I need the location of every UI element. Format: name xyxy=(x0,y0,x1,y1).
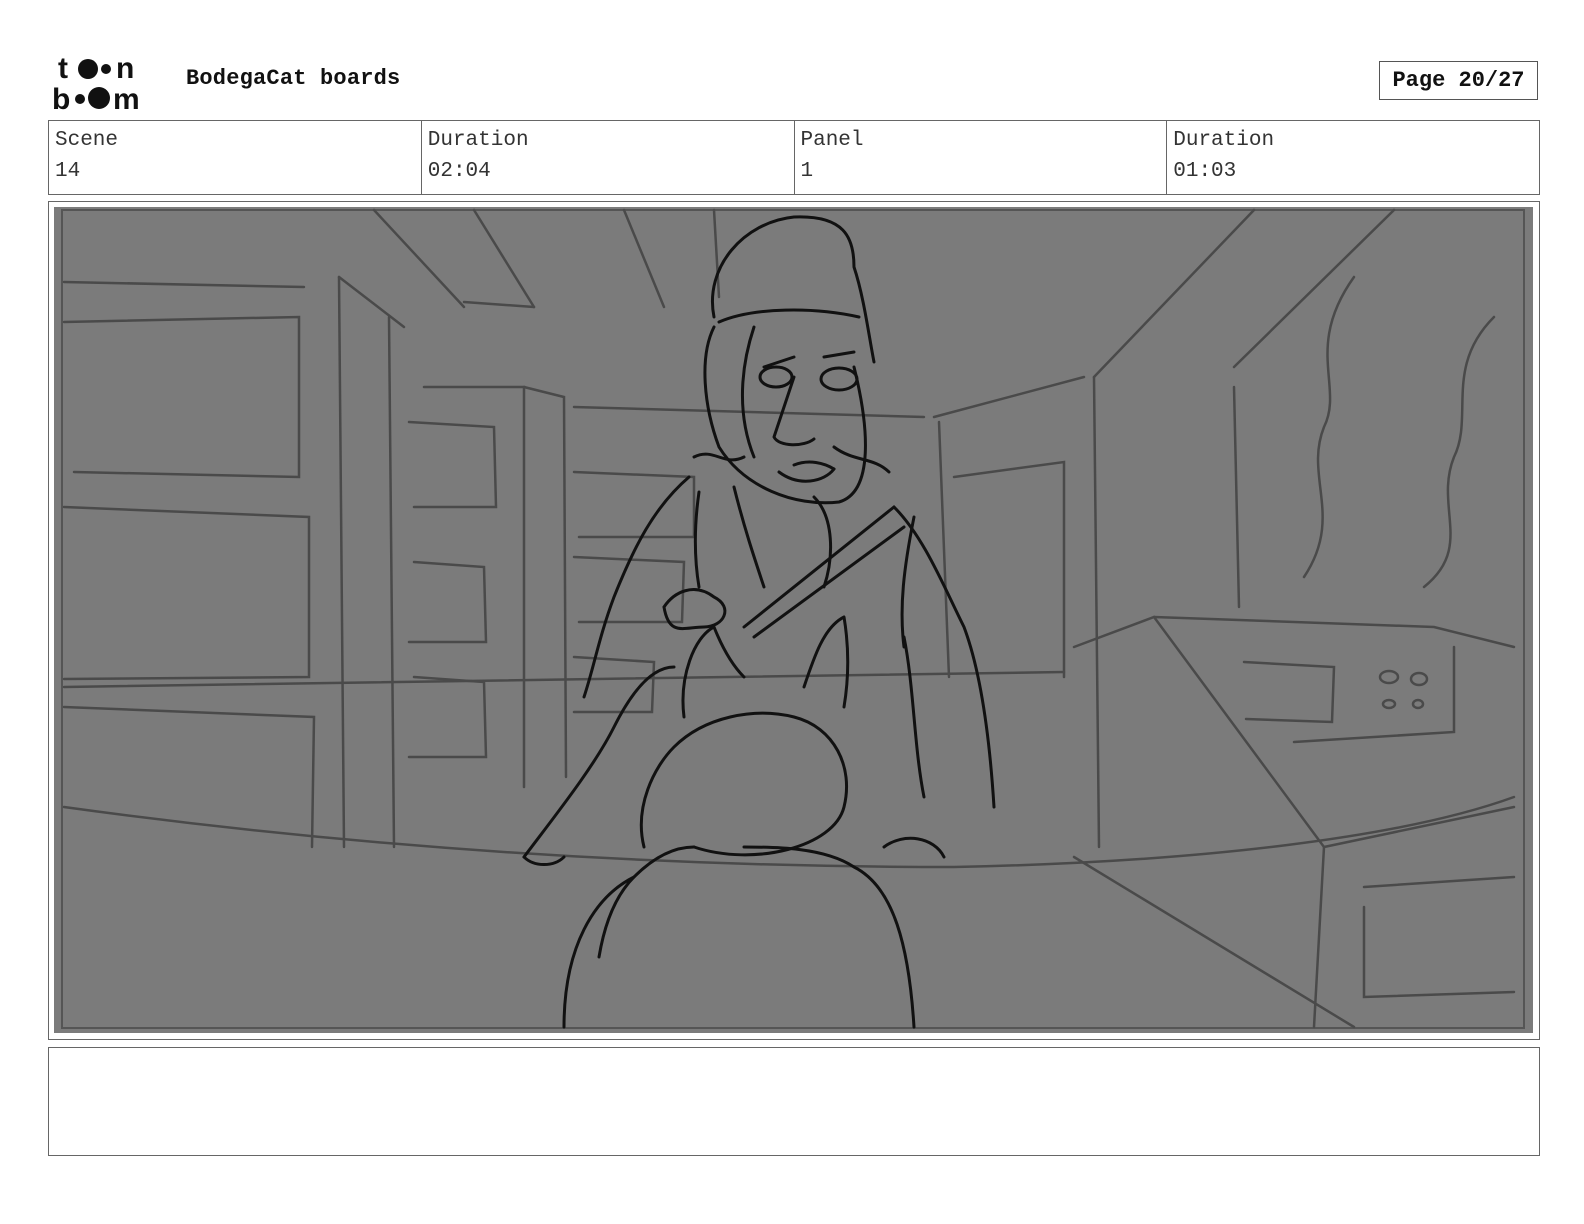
caption-box xyxy=(48,1047,1540,1156)
scene-value: 14 xyxy=(55,160,81,183)
panel-label: Panel xyxy=(800,129,864,152)
panel-value: 1 xyxy=(800,160,814,183)
storyboard-sketch xyxy=(54,207,1533,1033)
scene-duration-value: 02:04 xyxy=(427,160,491,183)
project-title: BodegaCat boards xyxy=(186,66,401,91)
panel-duration-label: Duration xyxy=(1173,129,1275,152)
svg-text:b: b xyxy=(52,83,70,112)
panel-duration-cell: Duration 01:03 xyxy=(1167,121,1539,194)
panel-duration-value: 01:03 xyxy=(1173,160,1237,183)
toonboom-logo: t n b m xyxy=(52,52,140,112)
scene-duration-label: Duration xyxy=(427,129,529,152)
svg-text:n: n xyxy=(116,52,134,85)
storyboard-panel-frame xyxy=(48,201,1540,1040)
panel-cell: Panel 1 xyxy=(795,121,1168,194)
scene-cell: Scene 14 xyxy=(49,121,422,194)
svg-text:t: t xyxy=(58,52,68,85)
scene-info-table: Scene 14 Duration 02:04 Panel 1 Duration… xyxy=(48,120,1540,195)
scene-duration-cell: Duration 02:04 xyxy=(422,121,795,194)
page-indicator: Page 20/27 xyxy=(1379,61,1538,100)
svg-text:m: m xyxy=(113,83,140,112)
scene-label: Scene xyxy=(55,129,119,152)
